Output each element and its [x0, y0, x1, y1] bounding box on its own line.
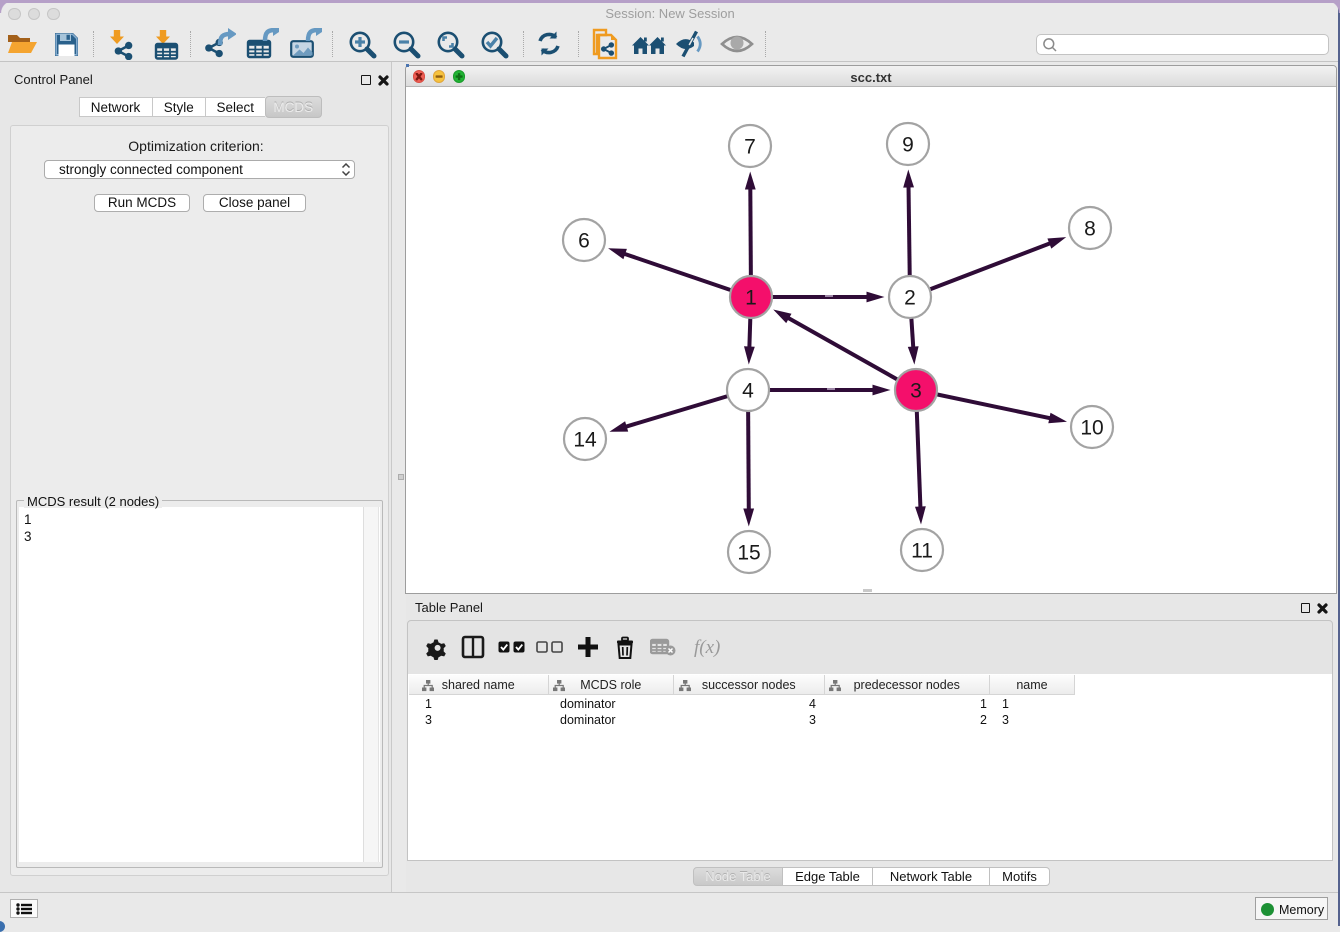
svg-text:9: 9 [902, 134, 914, 157]
svg-text:6: 6 [578, 230, 590, 253]
svg-text:4: 4 [742, 380, 754, 403]
svg-text:2: 2 [904, 287, 916, 310]
svg-text:15: 15 [737, 542, 760, 565]
svg-text:7: 7 [744, 136, 756, 159]
svg-text:3: 3 [910, 380, 922, 403]
svg-text:8: 8 [1084, 218, 1096, 241]
svg-text:14: 14 [573, 429, 597, 452]
svg-text:1: 1 [745, 287, 757, 310]
svg-text:10: 10 [1080, 417, 1103, 440]
svg-text:11: 11 [911, 540, 933, 563]
